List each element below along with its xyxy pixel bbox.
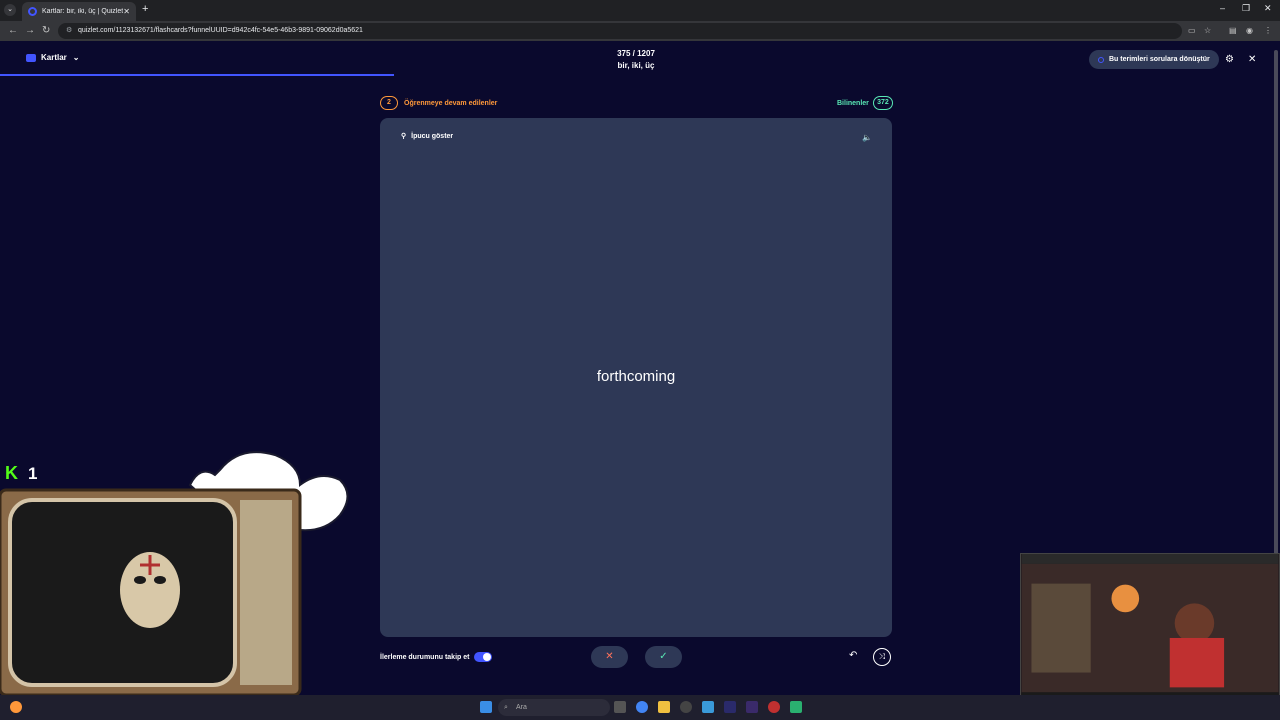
shuffle-icon[interactable]: ⤨ <box>873 648 891 666</box>
url-text: quizlet.com/1123132671/flashcards?funnel… <box>78 27 363 34</box>
known-status: Bilinenler 372 <box>837 96 893 110</box>
kick-count: 1 <box>28 464 38 483</box>
premiere-icon[interactable] <box>746 701 758 713</box>
restore-icon[interactable]: ❐ <box>1242 3 1250 14</box>
address-bar-row: ← → ↻ ⚙ quizlet.com/1123132671/flashcard… <box>0 21 1280 41</box>
task-view-icon[interactable] <box>614 701 626 713</box>
photoshop-icon[interactable] <box>724 701 736 713</box>
windows-taskbar: ⌕ Ara <box>0 695 1280 720</box>
pip-browser-bar <box>1021 554 1279 564</box>
store-icon[interactable] <box>790 701 802 713</box>
settings-gear-icon[interactable]: ⚙ <box>1225 54 1234 65</box>
audio-speaker-icon[interactable]: 🔈 <box>862 133 872 142</box>
learning-count-badge: 2 <box>380 96 398 110</box>
taskbar-search-label: Ara <box>516 704 527 711</box>
chrome-icon[interactable] <box>636 701 648 713</box>
show-hint-button[interactable]: ⚲ İpucu göster <box>401 132 454 141</box>
track-progress-label: İlerleme durumunu takip et <box>380 653 470 661</box>
file-explorer-icon[interactable] <box>658 701 670 713</box>
reading-list-icon[interactable]: ▤ <box>1229 26 1237 35</box>
pip-window <box>1031 583 1091 673</box>
profile-icon[interactable]: ◉ <box>1246 26 1253 35</box>
known-label: Bilinenler <box>837 99 869 107</box>
search-icon: ⌕ <box>504 704 508 711</box>
set-title: bir, iki, üç <box>617 61 655 70</box>
app-icon[interactable] <box>702 701 714 713</box>
track-progress-toggle-row[interactable]: İlerleme durumunu takip et <box>380 652 493 662</box>
bookmark-star-icon[interactable]: ☆ <box>1204 26 1211 35</box>
site-info-icon[interactable]: ⚙ <box>66 23 72 39</box>
url-field[interactable]: ⚙ quizlet.com/1123132671/flashcards?funn… <box>58 23 1182 39</box>
close-icon[interactable]: ✕ <box>1248 54 1256 65</box>
kick-logo-icon: K <box>5 463 18 483</box>
mask-eye-right <box>154 576 166 584</box>
study-mode-label: Kartlar <box>41 53 67 62</box>
convert-button-label: Bu terimleri sorulara dönüştür <box>1109 56 1210 63</box>
track-progress-toggle[interactable] <box>474 652 493 662</box>
taskbar-search[interactable]: ⌕ Ara <box>498 699 610 716</box>
webcam-tv-overlay <box>0 451 349 720</box>
forward-icon[interactable]: → <box>25 25 35 36</box>
tv-control-panel <box>240 500 292 685</box>
sparkle-icon <box>1098 56 1104 63</box>
new-tab-icon[interactable]: + <box>142 3 148 15</box>
browser-tab-strip: ⌄ Kartlar: bir, iki, üç | Quizlet ✕ + – … <box>0 0 1280 21</box>
windows-start-icon[interactable] <box>480 701 492 713</box>
davinci-icon[interactable] <box>768 701 780 713</box>
hint-label: İpucu göster <box>411 132 454 140</box>
still-learning-status: 2 Öğrenmeye devam edilenler <box>380 96 497 110</box>
pip-girl-sweater <box>1169 637 1225 688</box>
picture-in-picture-video[interactable] <box>1020 553 1280 718</box>
pip-lamp <box>1111 584 1140 613</box>
learning-label: Öğrenmeye devam edilenler <box>404 99 498 107</box>
known-count-badge: 372 <box>872 96 893 110</box>
undo-icon[interactable]: ↶ <box>849 650 857 661</box>
weather-icon[interactable] <box>10 701 22 713</box>
browser-tab-quizlet[interactable]: Kartlar: bir, iki, üç | Quizlet ✕ <box>22 2 136 21</box>
minimize-icon[interactable]: – <box>1220 3 1225 13</box>
know-button[interactable]: ✓ <box>645 646 682 668</box>
reload-icon[interactable]: ↻ <box>42 25 50 36</box>
lightbulb-icon: ⚲ <box>401 133 407 140</box>
back-icon[interactable]: ← <box>8 25 18 36</box>
progress-count: 375 / 1207 <box>617 49 655 58</box>
cards-icon <box>26 53 36 62</box>
cast-icon[interactable]: ▭ <box>1188 26 1196 35</box>
flashcard[interactable]: ⚲ İpucu göster 🔈 forthcoming <box>380 118 892 637</box>
study-mode-dropdown[interactable]: Kartlar ⌄ <box>26 53 80 62</box>
mask-eye-left <box>134 576 146 584</box>
card-counter: 375 / 1207 bir, iki, üç <box>560 48 712 72</box>
x-icon: ✕ <box>605 651 614 662</box>
tab-list-icon[interactable]: ⌄ <box>4 4 16 16</box>
obs-icon[interactable] <box>680 701 692 713</box>
dont-know-button[interactable]: ✕ <box>591 646 628 668</box>
chevron-down-icon: ⌄ <box>72 53 80 62</box>
progress-bar <box>0 74 395 76</box>
tab-title: Kartlar: bir, iki, üç | Quizlet <box>42 8 124 15</box>
tab-close-icon[interactable]: ✕ <box>123 7 130 16</box>
window-close-icon[interactable]: ✕ <box>1264 3 1272 14</box>
pip-girl-head <box>1174 603 1215 643</box>
menu-icon[interactable]: ⋮ <box>1264 26 1272 35</box>
check-icon: ✓ <box>659 651 668 662</box>
convert-to-questions-button[interactable]: Bu terimleri sorulara dönüştür <box>1089 50 1219 69</box>
quizlet-favicon-icon <box>28 7 37 16</box>
flashcard-term: forthcoming <box>596 368 676 385</box>
